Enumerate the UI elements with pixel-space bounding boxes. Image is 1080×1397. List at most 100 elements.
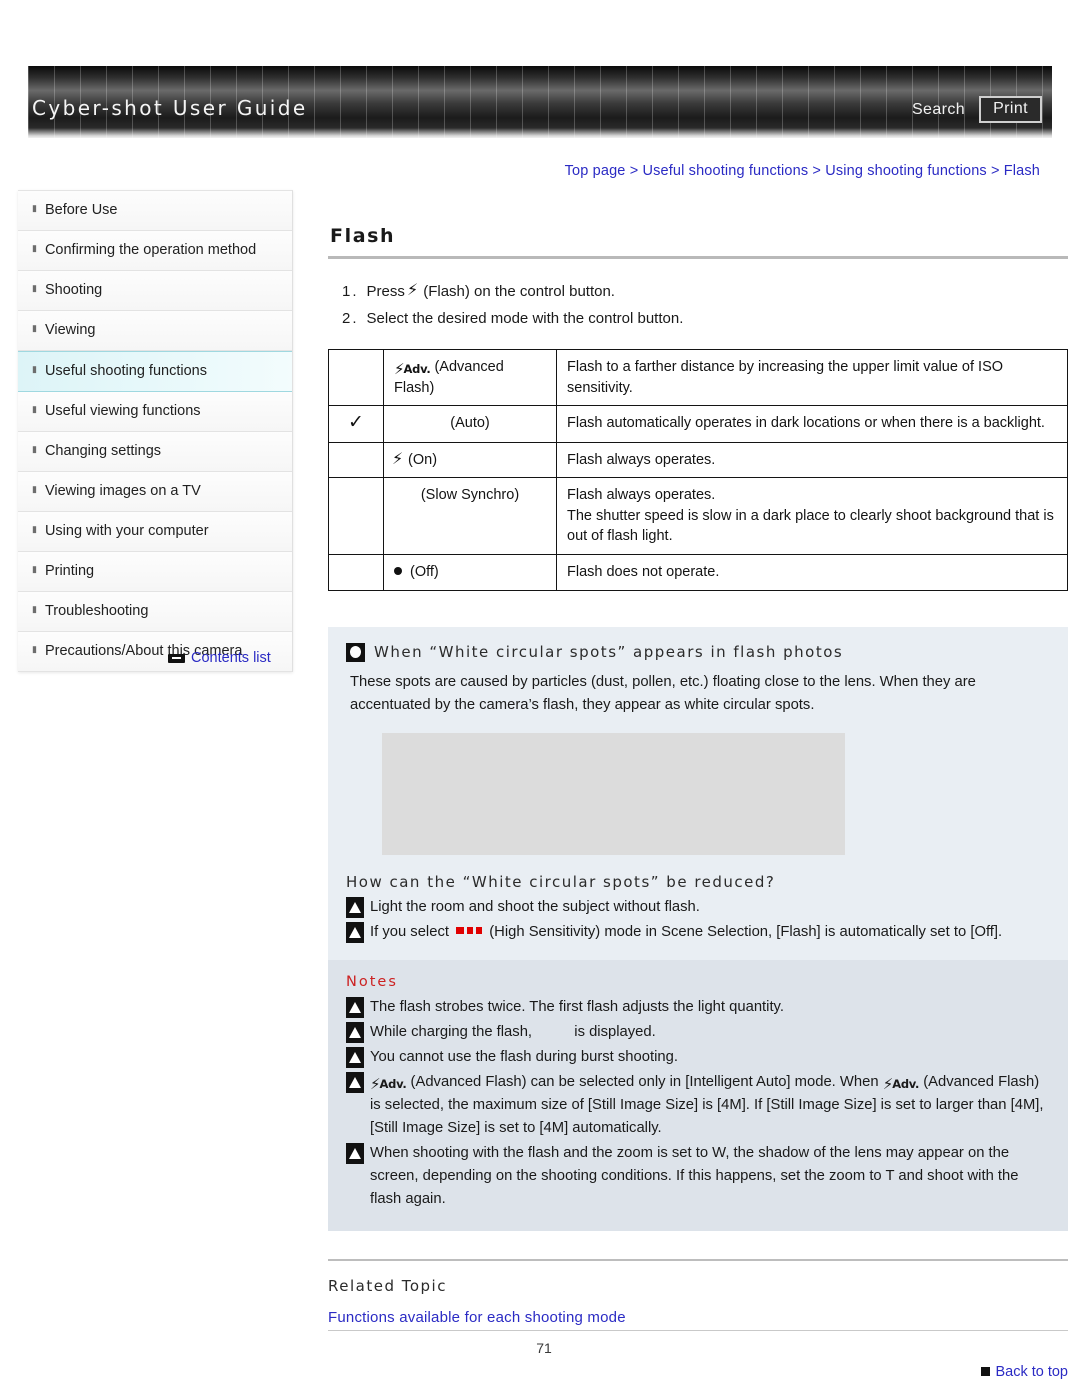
list-item-text: ⚡ Adv. (Advanced Flash) can be selected o… <box>370 1073 1044 1136</box>
step-item: 2. Select the desired mode with the contr… <box>328 310 1068 327</box>
sidebar-item-troubleshooting[interactable]: ▮ Troubleshooting <box>18 592 292 633</box>
sidebar-item-useful-viewing-functions[interactable]: ▮ Useful viewing functions <box>18 392 292 433</box>
mode-cell: (Auto) <box>383 405 557 443</box>
bullet-icon: ▮ <box>32 604 37 615</box>
related-topic-link[interactable]: Functions available for each shooting mo… <box>328 1309 1068 1326</box>
title-divider <box>328 256 1068 259</box>
white-spots-tips: Light the room and shoot the subject wit… <box>346 896 1050 944</box>
triangle-bullet-icon <box>346 1047 364 1069</box>
app-title: Cyber-shot User Guide <box>32 96 308 120</box>
list-item-text: Light the room and shoot the subject wit… <box>370 899 700 916</box>
selected-cell <box>328 441 384 479</box>
mode-label: (On) <box>408 451 438 468</box>
procedure-steps: 1. Press (Flash) on the control button. 2.… <box>328 280 1068 327</box>
list-item-text: When shooting with the flash and the zoo… <box>370 1144 1019 1207</box>
sidebar-item-printing[interactable]: ▮ Printing <box>18 552 292 593</box>
list-item: Light the room and shoot the subject wit… <box>346 896 1050 919</box>
sidebar-item-label: Shooting <box>44 282 103 299</box>
footer-divider <box>328 1330 1068 1331</box>
list-item: ⚡ Adv. (Advanced Flash) can be selected o… <box>346 1071 1050 1140</box>
sidebar-item-label: Printing <box>44 563 95 580</box>
triangle-bullet-icon <box>346 897 364 919</box>
list-item: The flash strobes twice. The first flash… <box>346 996 1050 1019</box>
bullet-icon: ▮ <box>32 203 37 213</box>
contents-list-icon <box>168 653 185 663</box>
page-number: 71 <box>536 1340 552 1356</box>
sidebar-item-changing-settings[interactable]: ▮ Changing settings <box>18 432 292 473</box>
mode-label: (Auto) <box>450 415 490 432</box>
search-button[interactable]: Search <box>912 101 965 119</box>
list-item-text: You cannot use the flash during burst sh… <box>370 1049 678 1066</box>
sidebar-item-confirming-the-operation-method[interactable]: ▮ Confirming the operation method <box>18 231 292 272</box>
bullet-icon: ▮ <box>32 444 37 455</box>
white-spots-info-panel: When “White circular spots” appears in f… <box>328 626 1068 961</box>
notes-panel: Notes The flash strobes twice. The first… <box>328 960 1068 1231</box>
mode-cell: (Slow Synchro) <box>383 477 557 556</box>
main-content: Flash 1. Press (Flash) on the control but… <box>328 225 1068 1380</box>
sidebar-item-label: Troubleshooting <box>44 603 149 620</box>
table-row: ✓ (Auto) Flash automatically operates in … <box>328 405 1068 443</box>
mode-cell: ⚡ Adv. (Advanced Flash) <box>383 348 557 407</box>
advanced-flash-icon: ⚡ Adv. <box>394 360 431 378</box>
list-item-text: The flash strobes twice. The first flash… <box>370 999 784 1016</box>
sidebar-item-viewing[interactable]: ▮ Viewing <box>18 311 292 352</box>
sidebar-item-label: Viewing <box>44 322 96 339</box>
sidebar-item-useful-shooting-functions[interactable]: ▮ Useful shooting functions <box>18 351 292 393</box>
triangle-bullet-icon <box>346 997 364 1019</box>
advanced-flash-icon: ⚡ Adv. <box>370 1074 407 1093</box>
list-item-text: If you select (High Sensitivity) mode in… <box>370 924 1003 941</box>
step-number: 1. <box>342 283 359 300</box>
sidebar-item-using-with-your-computer[interactable]: ▮ Using with your computer <box>18 512 292 553</box>
table-row: (On) Flash always operates. <box>328 441 1068 479</box>
sidebar-item-before-use[interactable]: ▮ Before Use <box>18 191 292 232</box>
back-to-top-label: Back to top <box>995 1363 1068 1380</box>
flash-icon <box>392 448 404 471</box>
list-item: If you select (High Sensitivity) mode in… <box>346 921 1050 944</box>
high-sensitivity-icon <box>456 927 483 935</box>
sidebar-item-label: Viewing images on a TV <box>44 483 201 500</box>
list-item: When shooting with the flash and the zoo… <box>346 1142 1050 1211</box>
list-item: While charging the flash, is displayed. <box>346 1021 1050 1044</box>
step-item: 1. Press (Flash) on the control button. <box>328 280 1068 300</box>
bullet-icon: ▮ <box>32 404 37 415</box>
sidebar-item-viewing-images-on-a-tv[interactable]: ▮ Viewing images on a TV <box>18 472 292 513</box>
description-cell: Flash automatically operates in dark loc… <box>556 405 1068 443</box>
mode-cell: (Off) <box>383 554 557 591</box>
bullet-icon: ▮ <box>32 524 37 535</box>
advanced-flash-icon: ⚡ Adv. <box>882 1074 920 1093</box>
bullet-icon: ▮ <box>32 564 37 575</box>
description-text: Flash always operates. <box>567 451 716 468</box>
print-button[interactable]: Print <box>979 96 1042 123</box>
table-row: (Slow Synchro) Flash always operates. The… <box>328 477 1068 556</box>
white-spots-heading-text: When “White circular spots” appears in f… <box>374 643 844 662</box>
sidebar-item-label: Changing settings <box>44 443 162 460</box>
description-text: Flash to a farther distance by increasin… <box>567 359 1004 396</box>
description-cell: Flash always operates. The shutter speed… <box>556 477 1068 556</box>
back-to-top-link[interactable]: Back to top <box>328 1364 1068 1380</box>
bullet-icon: ▮ <box>32 484 37 495</box>
white-spots-illustration <box>382 733 845 856</box>
page-title: Flash <box>330 225 396 247</box>
sidebar-item-label: Using with your computer <box>44 523 209 540</box>
flash-icon <box>407 280 419 299</box>
white-spots-sub-heading: How can the “White circular spots” be re… <box>346 873 776 892</box>
description-text: Flash always operates. The shutter speed… <box>567 487 1054 545</box>
notes-list: The flash strobes twice. The first flash… <box>346 996 1050 1210</box>
contents-list-link[interactable]: Contents list <box>168 650 271 666</box>
sidebar-item-shooting[interactable]: ▮ Shooting <box>18 271 292 312</box>
selected-cell <box>328 348 384 407</box>
selected-cell <box>328 477 384 556</box>
breadcrumb[interactable]: Top page > Useful shooting functions > U… <box>565 163 1040 179</box>
circle-icon <box>346 642 365 662</box>
square-icon <box>981 1366 991 1376</box>
dot-icon <box>394 567 402 576</box>
description-text: Flash does not operate. <box>567 564 720 581</box>
sidebar-item-label: Confirming the operation method <box>44 242 257 259</box>
white-spots-heading: When “White circular spots” appears in f… <box>346 642 1050 662</box>
selected-cell: ✓ <box>328 405 384 443</box>
sidebar-item-label: Useful shooting functions <box>44 363 207 380</box>
bullet-icon: ▮ <box>32 323 37 334</box>
notes-heading: Notes <box>346 974 398 991</box>
bullet-icon: ▮ <box>32 644 37 655</box>
selected-cell <box>328 554 384 591</box>
